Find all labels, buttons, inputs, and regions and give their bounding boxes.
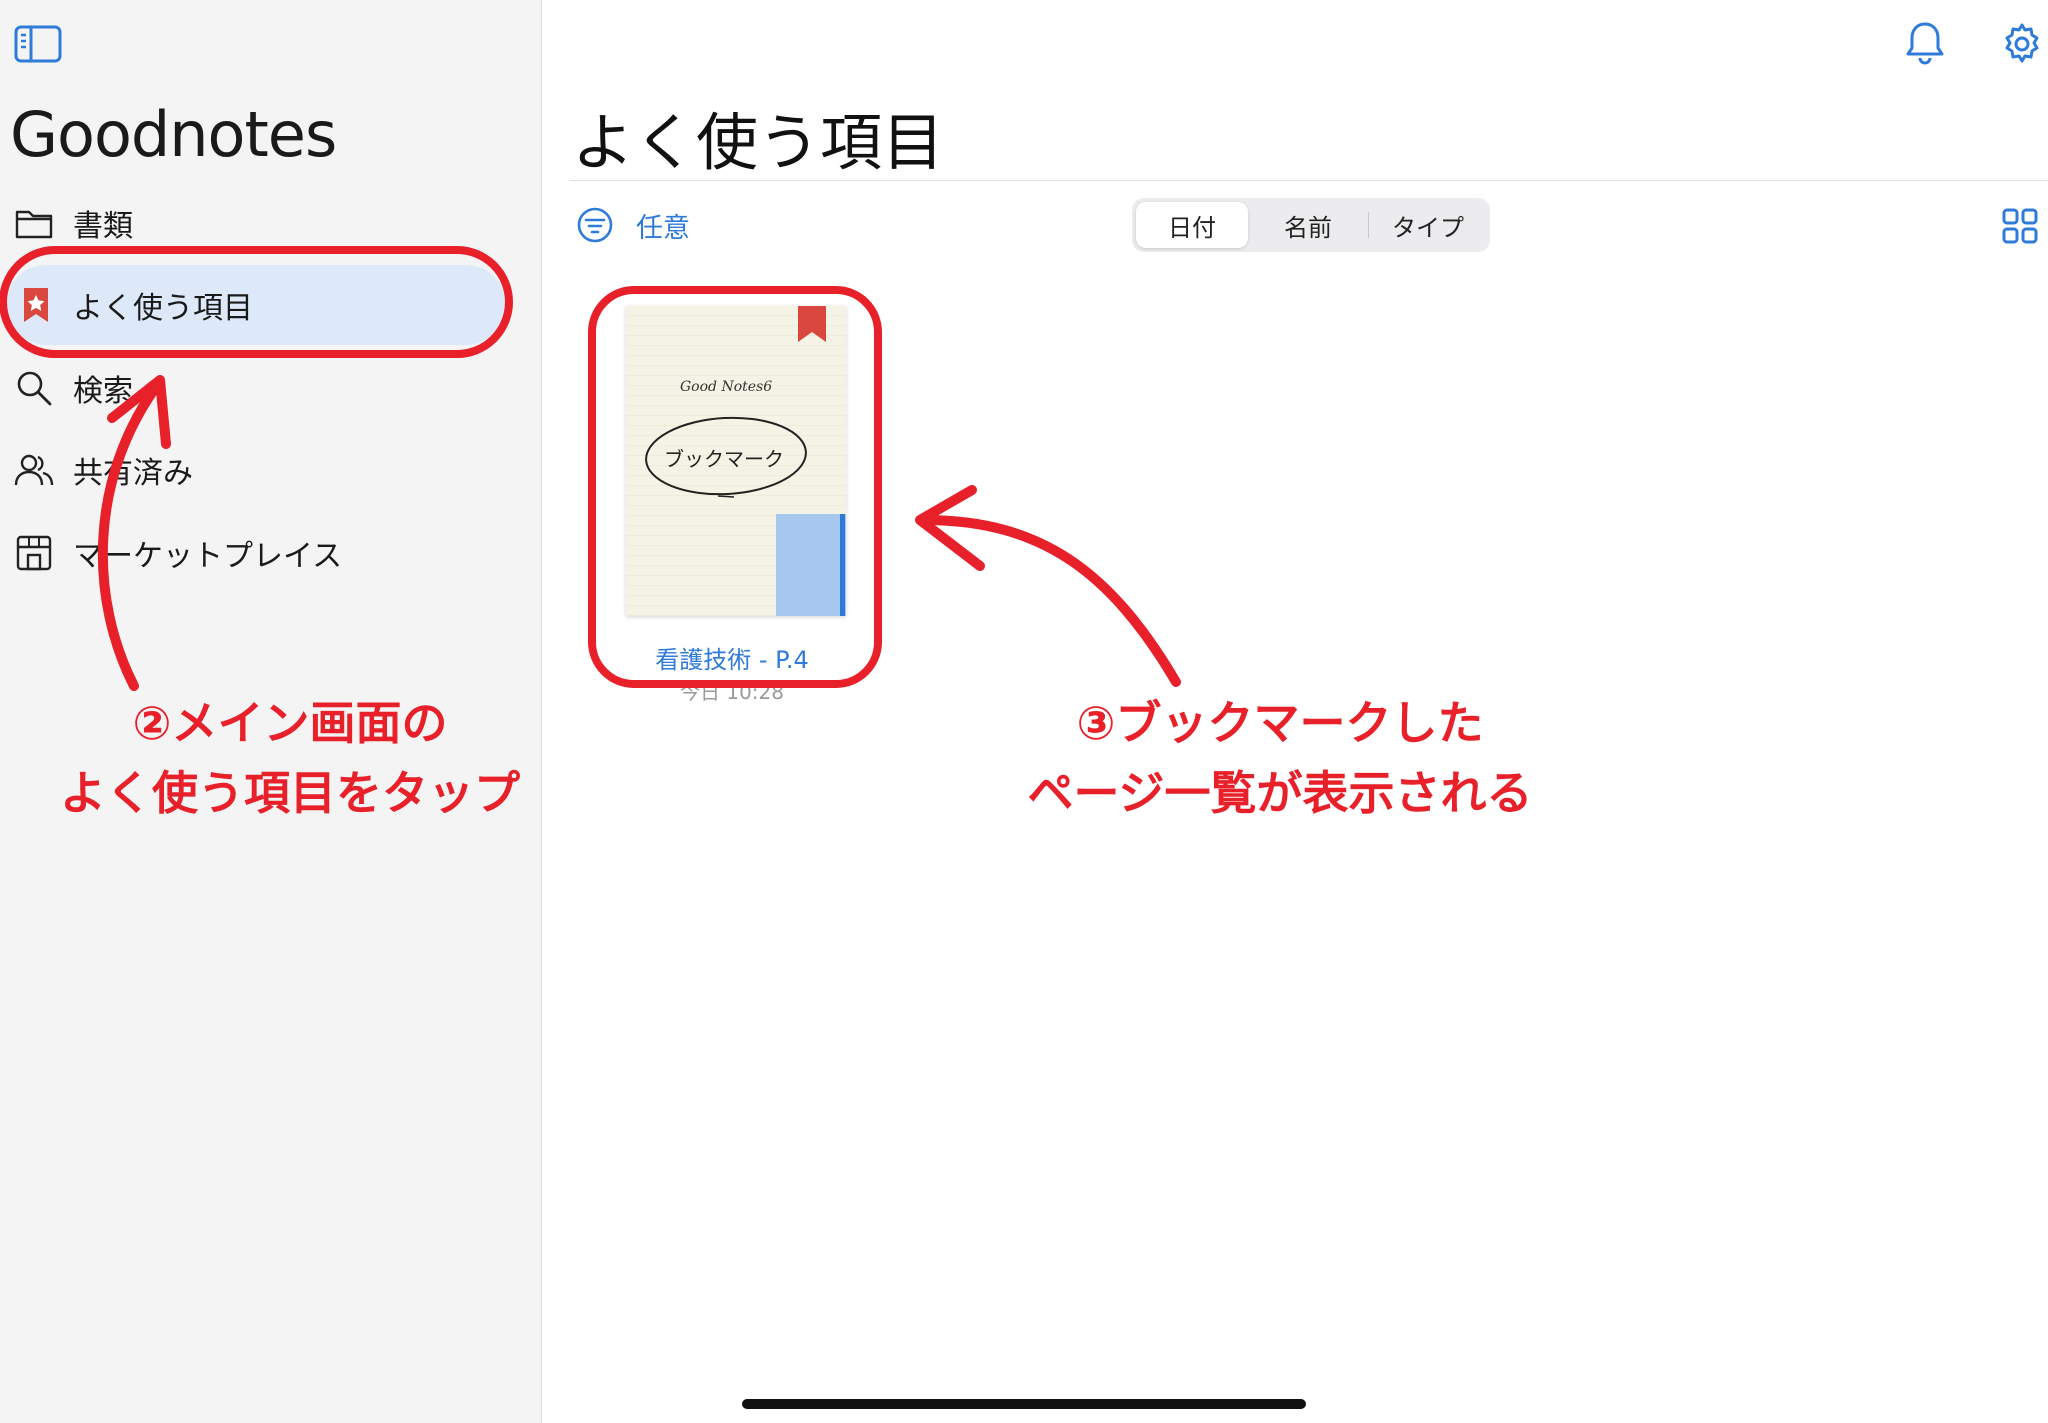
annotation-arrowhead-step3 (915, 485, 985, 571)
annotation-arrow-step3 (919, 515, 1181, 687)
annotation-step2-line2: よく使う項目をタップ (60, 766, 520, 820)
folder-icon (15, 210, 53, 239)
document-date: 今日 10:28 (680, 680, 784, 704)
sort-option-name[interactable]: 名前 (1248, 202, 1368, 248)
sidebar-item-shared[interactable]: 共有済み (0, 430, 520, 510)
sidebar-item-label: よく使う項目 (73, 291, 253, 326)
thumbnail-sticky-note (776, 514, 846, 616)
thumbnail-header-text: Good Notes6 (680, 379, 772, 395)
bell-icon[interactable] (1904, 20, 1946, 66)
app-title: Goodnotes (10, 98, 337, 171)
filter-icon (577, 207, 613, 243)
bookmark-star-icon (24, 288, 48, 322)
sidebar-item-label: 共有済み (73, 456, 193, 491)
sidebar-item-search[interactable]: 検索 (0, 348, 520, 428)
annotation-step3-line1: ③ブックマークした (1076, 696, 1484, 750)
document-name[interactable]: 看護技術 - P.4 (582, 640, 882, 675)
annotation-step2: ②メイン画面の よく使う項目をタップ (30, 688, 550, 828)
storefront-icon (16, 535, 52, 571)
sidebar-item-favorites[interactable]: よく使う項目 (6, 265, 506, 345)
sidebar-toggle-icon[interactable] (14, 24, 64, 66)
sidebar-item-label: マーケットプレイス (73, 539, 343, 574)
thumbnail-sticky-edge (840, 514, 845, 616)
sort-option-type[interactable]: タイプ (1369, 202, 1487, 248)
home-indicator[interactable] (742, 1399, 1306, 1409)
search-icon (17, 371, 52, 406)
annotation-step3-line2: ページ一覧が表示される (1027, 766, 1533, 820)
sidebar-item-label: 検索 (73, 374, 133, 409)
sidebar-item-marketplace[interactable]: マーケットプレイス (0, 513, 520, 593)
grid-view-icon[interactable] (2002, 208, 2038, 244)
bookmark-icon (798, 306, 826, 342)
filter-button[interactable]: 任意 (576, 204, 690, 246)
document-card[interactable]: Good Notes6 ブックマーク (626, 306, 846, 618)
sort-option-date[interactable]: 日付 (1136, 202, 1248, 248)
sort-segmented-control: 日付 名前 タイプ (1132, 198, 1490, 252)
page-title: よく使う項目 (572, 106, 945, 179)
filter-label: 任意 (636, 212, 690, 244)
annotation-step3: ③ブックマークした ページ一覧が表示される (960, 688, 1600, 828)
sidebar-item-label: 書類 (73, 209, 133, 244)
people-icon (14, 454, 54, 486)
annotation-step2-line1: ②メイン画面の (132, 696, 448, 750)
sidebar-item-documents[interactable]: 書類 (0, 183, 520, 263)
gear-icon[interactable] (2000, 22, 2044, 66)
header-divider (570, 180, 2048, 181)
thumbnail-body-text: ブックマーク (664, 447, 784, 471)
